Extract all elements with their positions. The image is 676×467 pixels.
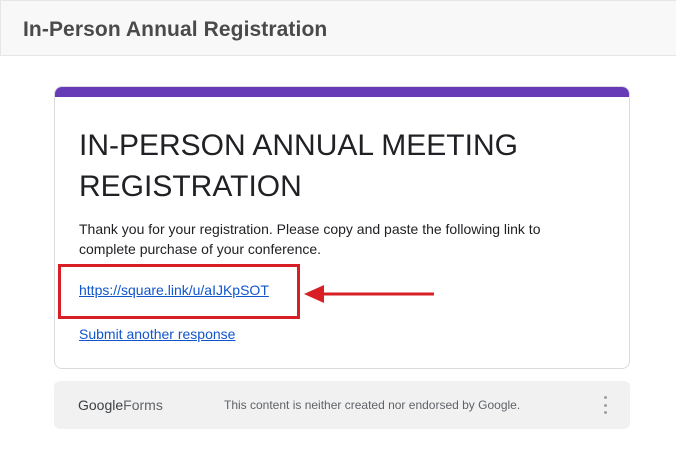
more-dot bbox=[603, 411, 607, 414]
google-forms-logo[interactable]: GoogleForms bbox=[78, 397, 163, 413]
logo-forms-text: Forms bbox=[123, 397, 163, 413]
footer-disclaimer: This content is neither created nor endo… bbox=[224, 398, 521, 412]
logo-google-text: Google bbox=[78, 397, 124, 413]
form-title: IN-PERSON ANNUAL MEETING REGISTRATION bbox=[79, 129, 518, 203]
purchase-link[interactable]: https://square.link/u/aIJKpSOT bbox=[79, 281, 269, 299]
page-header: In-Person Annual Registration bbox=[0, 0, 676, 56]
more-vert-icon[interactable] bbox=[598, 395, 612, 415]
submit-another-response-link[interactable]: Submit another response bbox=[79, 325, 235, 343]
confirmation-message: Thank you for your registration. Please … bbox=[79, 221, 541, 257]
page-title: In-Person Annual Registration bbox=[23, 18, 328, 41]
more-dot bbox=[603, 396, 607, 399]
more-dot bbox=[603, 403, 607, 407]
card-accent-bar bbox=[55, 87, 629, 97]
footer: GoogleForms This content is neither crea… bbox=[54, 381, 630, 429]
red-arrow-icon bbox=[304, 285, 434, 303]
